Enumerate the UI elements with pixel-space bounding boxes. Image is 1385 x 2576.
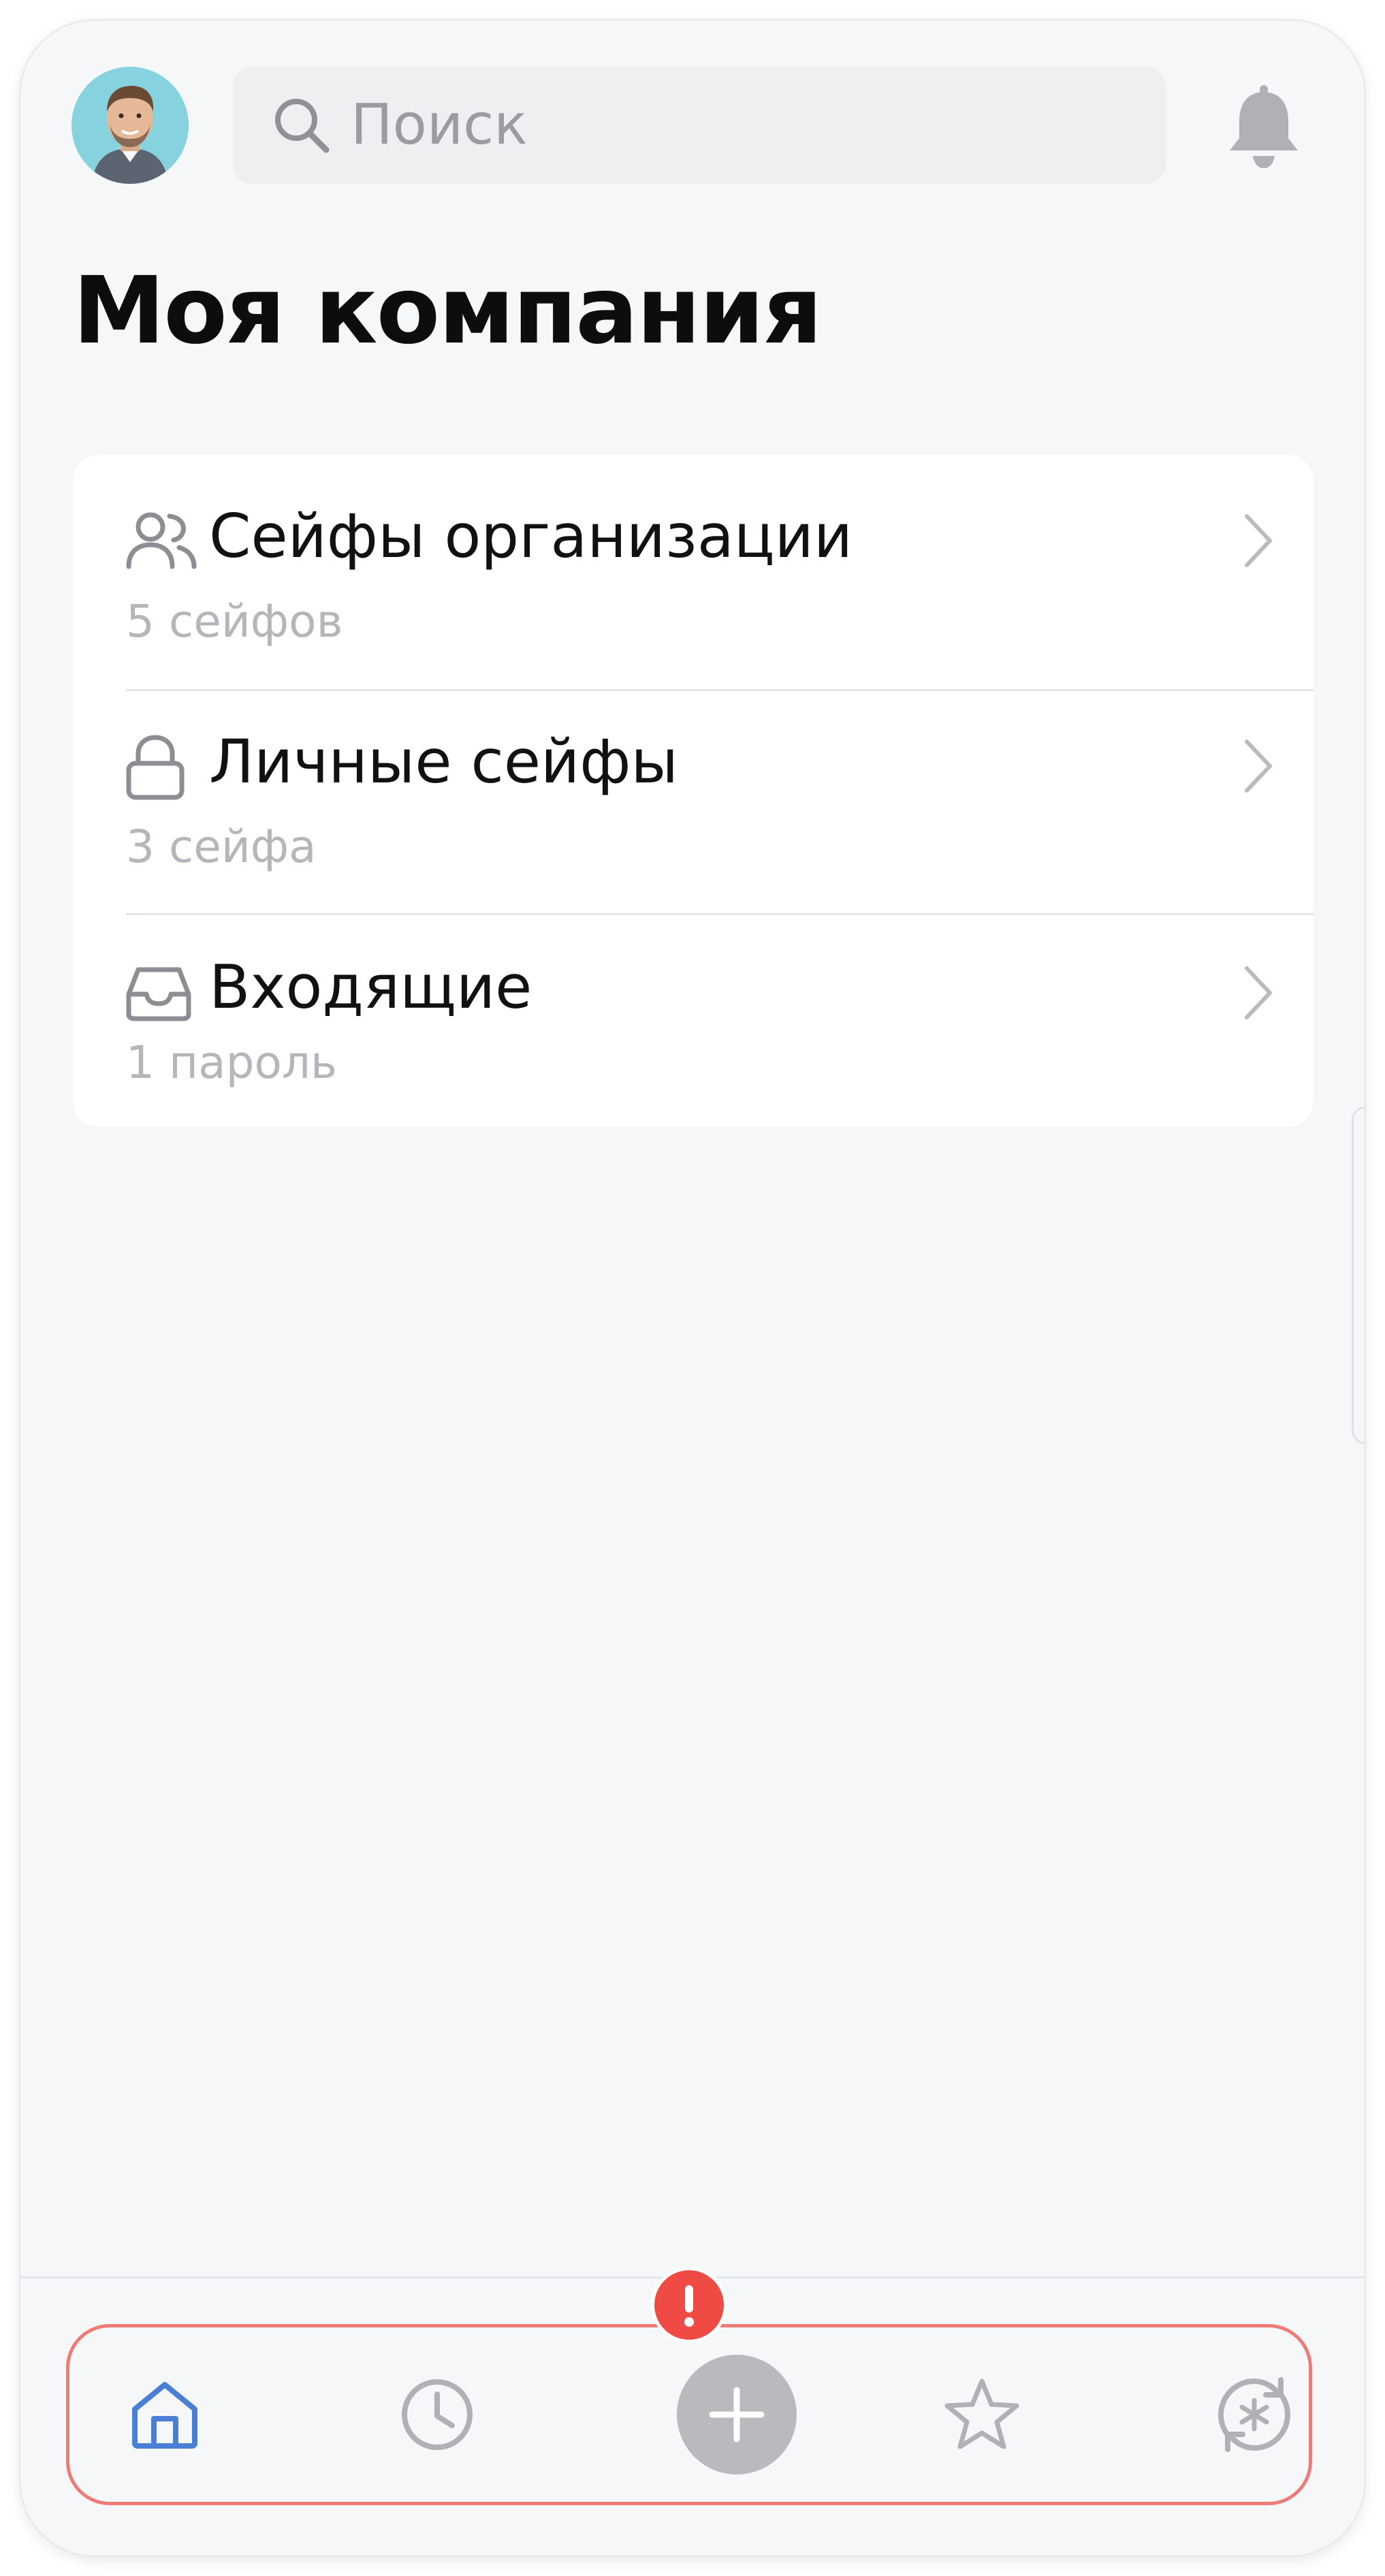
tab-generator[interactable] (1186, 2327, 1322, 2502)
exclamation-icon (684, 2285, 694, 2327)
search-input[interactable]: Поиск (233, 67, 1166, 184)
vault-groups-list: Сейфы организации 5 сейфов Личные сейфы … (73, 455, 1314, 1127)
list-item-personal-vaults[interactable]: Личные сейфы 3 сейфа (73, 691, 1314, 913)
list-item-subtitle: 3 сейфа (126, 821, 317, 873)
tab-home[interactable] (97, 2327, 233, 2502)
users-icon (126, 512, 197, 569)
chevron-right-icon (1245, 514, 1272, 567)
bottom-tab-bar (66, 2324, 1312, 2505)
chevron-right-icon (1245, 740, 1272, 793)
alert-badge[interactable] (651, 2267, 727, 2343)
bell-icon[interactable] (1224, 85, 1303, 170)
search-icon (275, 99, 330, 153)
list-item-inbox[interactable]: Входящие 1 пароль (73, 915, 1314, 1127)
inbox-icon (126, 967, 191, 1021)
list-item-title: Личные сейфы (209, 727, 678, 797)
list-item-title: Сейфы организации (209, 501, 853, 571)
search-placeholder: Поиск (351, 93, 528, 157)
avatar[interactable] (71, 67, 189, 184)
user-avatar-photo (71, 67, 189, 184)
plus-icon (709, 2387, 765, 2443)
list-item-subtitle: 1 пароль (126, 1036, 337, 1089)
page-title: Моя компания (73, 257, 823, 365)
list-item-title: Входящие (209, 952, 532, 1022)
refresh-asterisk-icon (1217, 2377, 1291, 2452)
tab-recent[interactable] (369, 2327, 505, 2502)
list-item-organization-vaults[interactable]: Сейфы организации 5 сейфов (73, 455, 1314, 689)
clock-icon (402, 2379, 473, 2450)
lock-icon (126, 735, 185, 800)
add-button[interactable] (677, 2355, 797, 2475)
chevron-right-icon (1245, 966, 1272, 1019)
scroll-indicator[interactable] (1352, 1107, 1365, 1444)
tab-favorites[interactable] (914, 2327, 1050, 2502)
home-icon (132, 2382, 197, 2449)
star-icon (944, 2379, 1019, 2449)
app-screen: Поиск Моя компания Сейфы организации 5 с… (20, 20, 1365, 2556)
list-item-subtitle: 5 сейфов (126, 595, 343, 648)
